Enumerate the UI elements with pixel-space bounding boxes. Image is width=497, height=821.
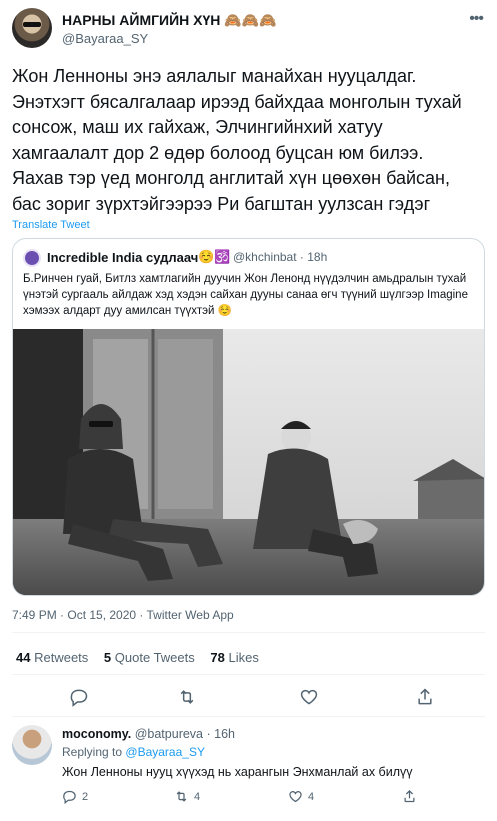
tweet-text-line: сонсож, маш их гайхаж, Элчингийнхий хату… bbox=[12, 117, 383, 137]
tweet-text-line: Энэтхэгт бясалгалаар ирээд байхдаа монго… bbox=[12, 91, 462, 112]
quoted-tweet-header: Incredible India судлаач ☺️🕉️ @khchinbat… bbox=[23, 249, 473, 267]
retweet-icon[interactable] bbox=[176, 686, 198, 708]
quoted-author-emoji: ☺️🕉️ bbox=[198, 249, 231, 264]
reply-retweets-count: 4 bbox=[194, 790, 201, 803]
tweet-timestamp-source[interactable]: 7:49 PM · Oct 15, 2020 · Twitter Web App bbox=[12, 608, 234, 622]
reply-author-avatar[interactable] bbox=[12, 725, 52, 765]
replying-to-handle-link[interactable]: @Bayaraa_SY bbox=[125, 745, 205, 759]
reply-tweet[interactable]: moconomy. @batpureva · 16h Replying to @… bbox=[12, 725, 485, 821]
reply-author-handle-time[interactable]: @batpureva · 16h bbox=[135, 727, 235, 741]
replying-to: Replying to @Bayaraa_SY bbox=[62, 745, 205, 759]
divider bbox=[12, 674, 485, 675]
retweet-icon bbox=[176, 791, 187, 802]
quoted-author-handle-time: @khchinbat · 18h bbox=[233, 250, 328, 264]
reply-share-button[interactable] bbox=[402, 789, 417, 804]
reply-reply-button[interactable]: 2 bbox=[62, 789, 88, 804]
likes-count: 78 bbox=[210, 650, 225, 665]
quoted-tweet-photo[interactable] bbox=[13, 329, 484, 595]
tweet-actions bbox=[16, 686, 456, 708]
reply-author-name[interactable]: moconomy. bbox=[62, 727, 131, 741]
divider bbox=[12, 632, 485, 633]
reply-header: moconomy. @batpureva · 16h bbox=[62, 727, 235, 741]
reply-like-button[interactable]: 4 bbox=[288, 789, 314, 804]
author-avatar[interactable] bbox=[12, 8, 52, 48]
quoted-author-avatar bbox=[23, 249, 41, 267]
likes-stat[interactable]: 78 Likes bbox=[210, 650, 258, 665]
reply-icon[interactable] bbox=[68, 686, 90, 708]
retweets-label: Retweets bbox=[34, 650, 89, 665]
quote-tweets-stat[interactable]: 5 Quote Tweets bbox=[104, 650, 195, 665]
reply-icon bbox=[63, 790, 76, 804]
tweet-text-line: Яахав тэр үед монголд англитай хүн цөөхө… bbox=[12, 168, 450, 188]
retweets-count: 44 bbox=[16, 650, 31, 665]
share-icon bbox=[404, 789, 415, 803]
replying-to-label: Replying to bbox=[62, 745, 123, 759]
tweet-text-line: Жон Ленноны энэ аялалыг манайхан нууцалд… bbox=[12, 66, 417, 86]
tweet-text-line: бас зориг зүрхтэйгээрээ Ри багштан уулзс… bbox=[12, 193, 431, 214]
reply-actions: 2 4 4 bbox=[62, 789, 442, 807]
share-icon[interactable] bbox=[414, 686, 436, 708]
like-icon bbox=[289, 791, 302, 803]
tweet-stats: 44 Retweets 5 Quote Tweets 78 Likes bbox=[16, 650, 271, 665]
quote-tweets-label: Quote Tweets bbox=[114, 650, 195, 665]
reply-text: Жон Ленноны нууц хүүхэд нь харангын Энхм… bbox=[62, 765, 413, 779]
reply-likes-count: 4 bbox=[308, 790, 315, 803]
likes-label: Likes bbox=[228, 650, 259, 665]
quoted-author-name: Incredible India судлаач bbox=[47, 250, 199, 265]
like-icon[interactable] bbox=[298, 686, 320, 708]
divider bbox=[12, 716, 485, 717]
author-display-name[interactable]: НАРНЫ АЙМГИЙН ХҮН 🙈🙈🙈 bbox=[62, 12, 277, 29]
quoted-tweet-text: Б.Ринчен гуай, Битлз хамтлагийн дуучин Ж… bbox=[23, 273, 468, 317]
author-handle[interactable]: @Bayaraa_SY bbox=[62, 31, 148, 46]
quoted-tweet-card[interactable]: Incredible India судлаач ☺️🕉️ @khchinbat… bbox=[12, 238, 485, 596]
retweets-stat[interactable]: 44 Retweets bbox=[16, 650, 88, 665]
reply-replies-count: 2 bbox=[82, 790, 89, 803]
tweet-header: НАРНЫ АЙМГИЙН ХҮН 🙈🙈🙈 @Bayaraa_SY ••• bbox=[12, 8, 485, 52]
quote-tweets-count: 5 bbox=[103, 650, 112, 665]
tweet-text-line: хамгаалалт дор 2 өдөр болоод буцсан юм б… bbox=[12, 142, 424, 163]
translate-tweet-link[interactable]: Translate Tweet bbox=[12, 219, 90, 231]
tweet-text: Жон Ленноны энэ аялалыг манайхан нууцалд… bbox=[12, 64, 487, 217]
reply-retweet-button[interactable]: 4 bbox=[174, 789, 200, 804]
photo-illustration bbox=[13, 329, 484, 595]
more-icon[interactable]: ••• bbox=[469, 10, 484, 28]
